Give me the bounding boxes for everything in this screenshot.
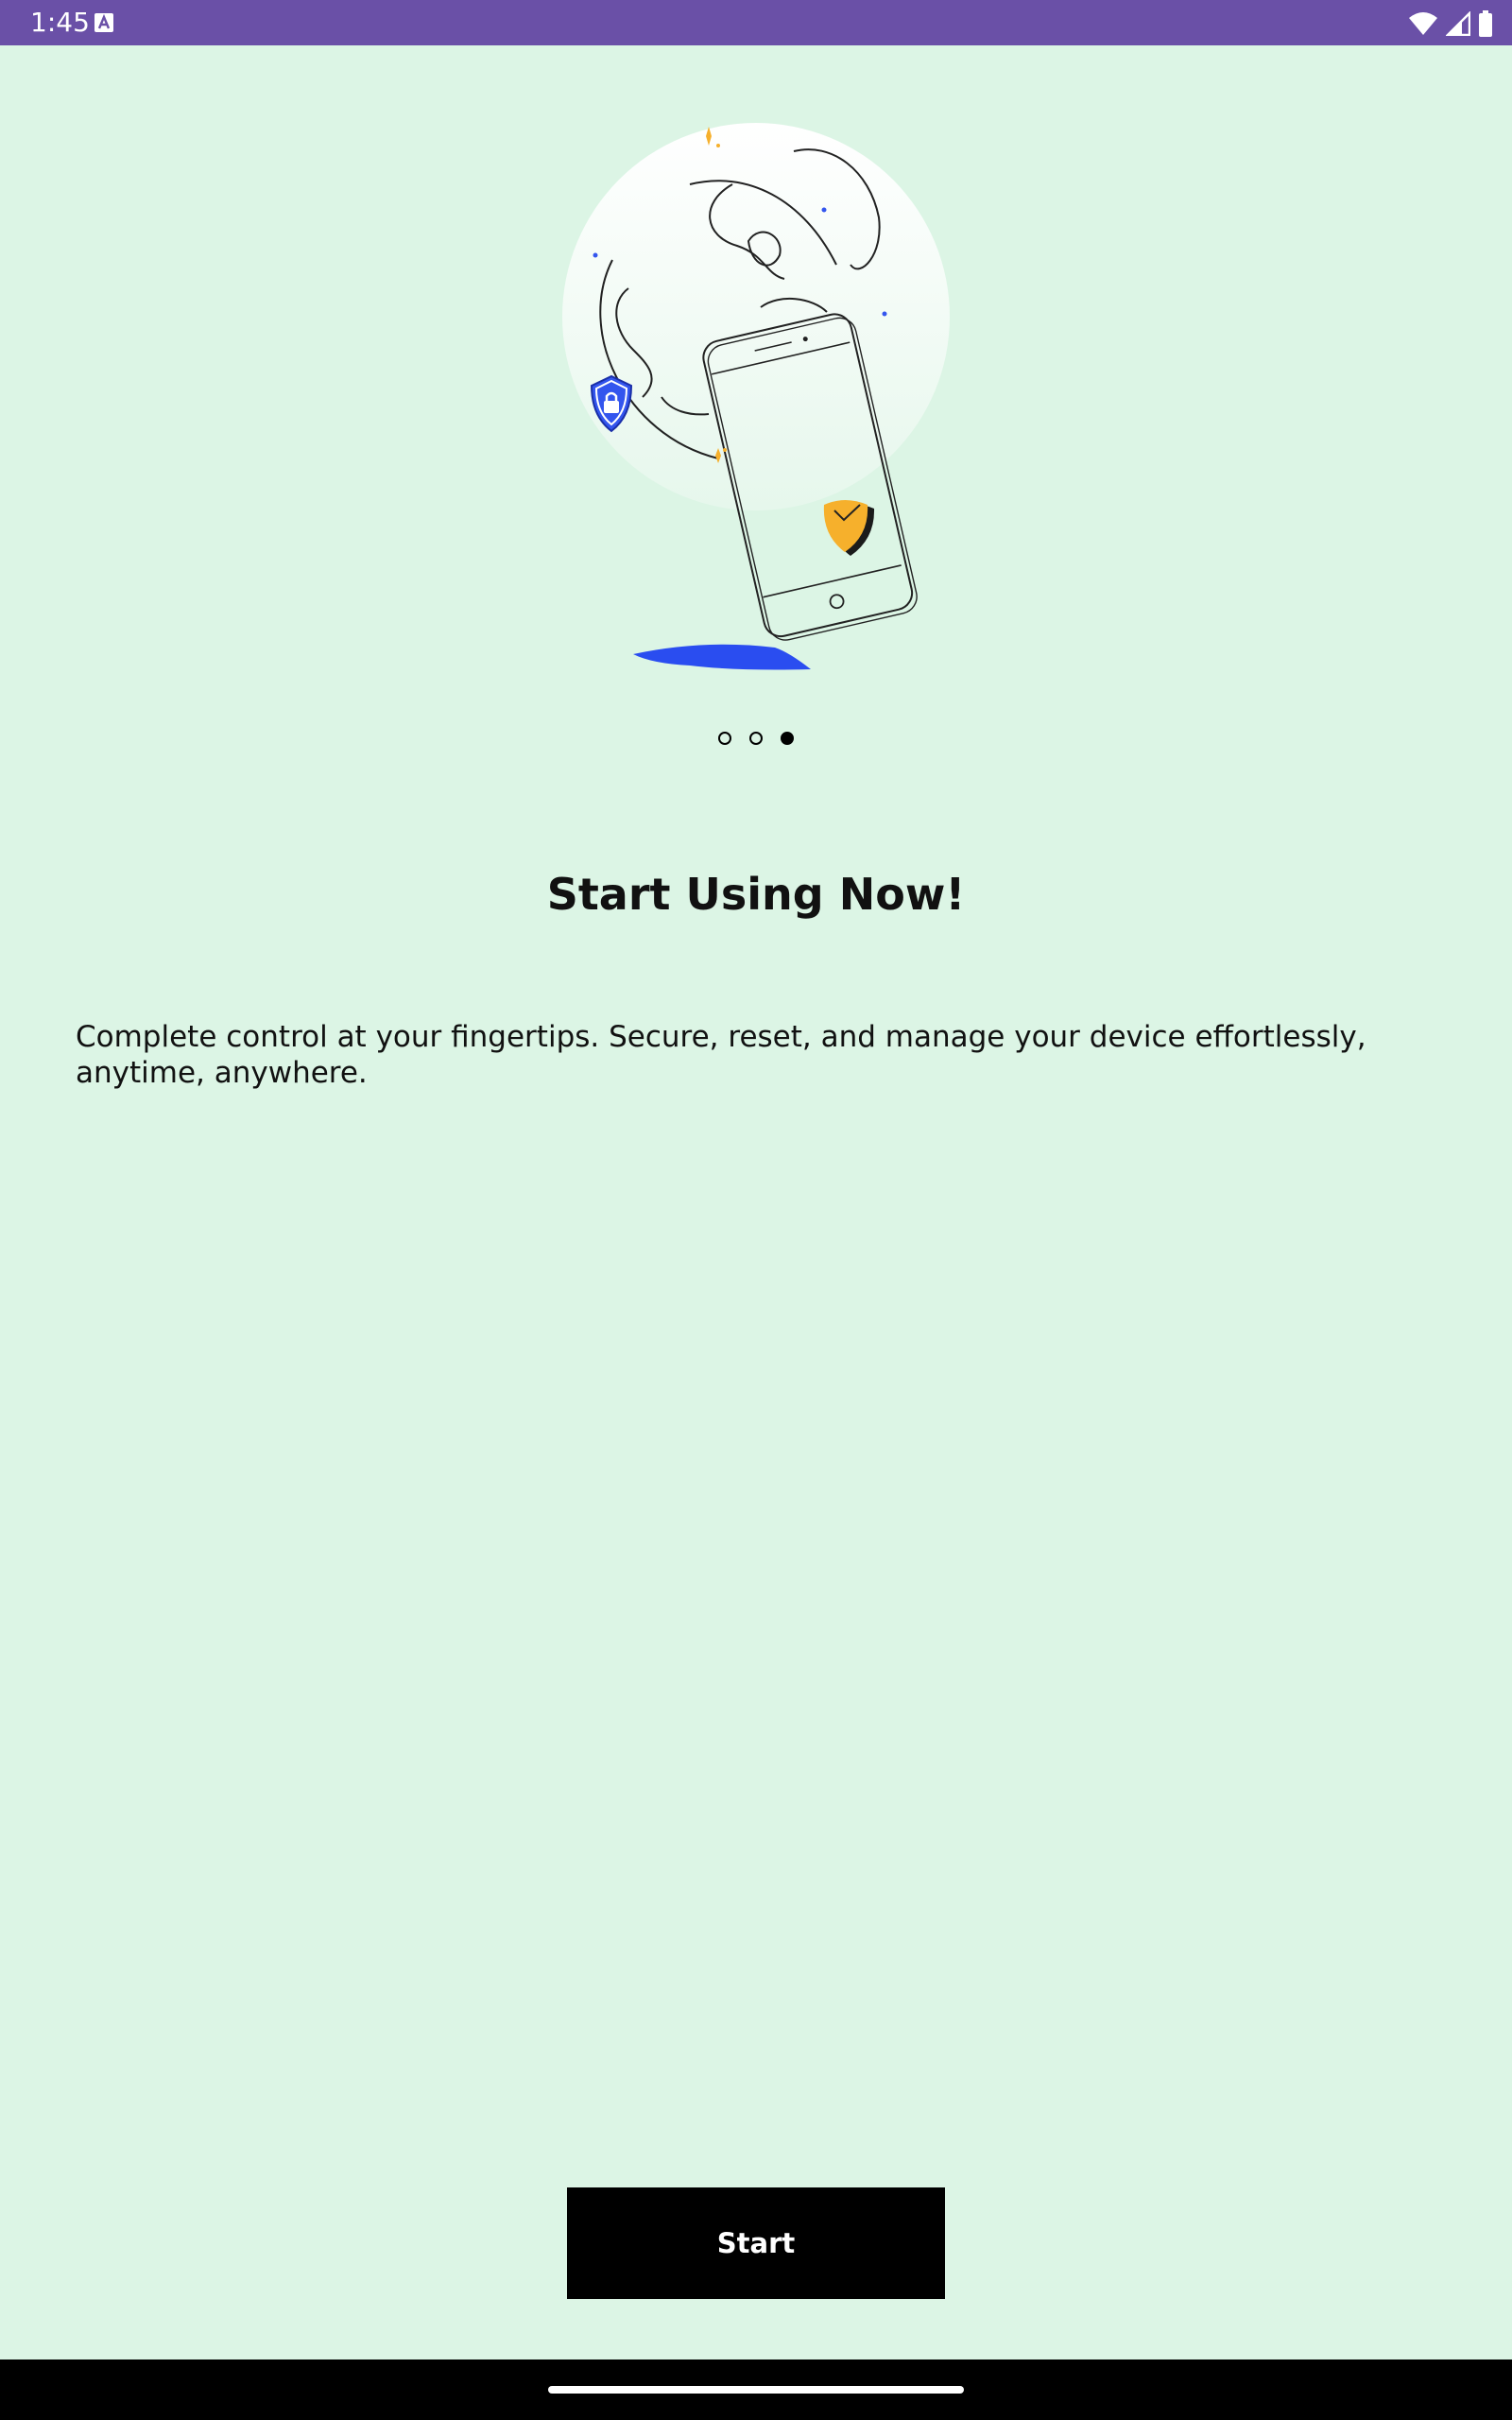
page-dot-1[interactable] [718, 732, 731, 745]
phone-globe-security-illustration [562, 123, 950, 670]
signal-icon [1446, 11, 1470, 36]
page-indicator [718, 729, 794, 748]
status-time: 1:45 [30, 7, 90, 38]
page-dot-2[interactable] [749, 732, 763, 745]
page-description: Complete control at your fingertips. Sec… [76, 1020, 1366, 1090]
home-indicator[interactable] [548, 2386, 964, 2394]
page-dot-3-active[interactable] [781, 732, 794, 745]
battery-icon [1479, 10, 1492, 37]
start-button[interactable]: Start [567, 2187, 945, 2299]
a-notification-icon [94, 13, 113, 32]
status-icons [1400, 9, 1493, 38]
page-title: Start Using Now! [546, 869, 966, 920]
navigation-bar [0, 2360, 1512, 2420]
status-bar: 1:45 [0, 0, 1512, 45]
wifi-icon [1409, 12, 1437, 35]
